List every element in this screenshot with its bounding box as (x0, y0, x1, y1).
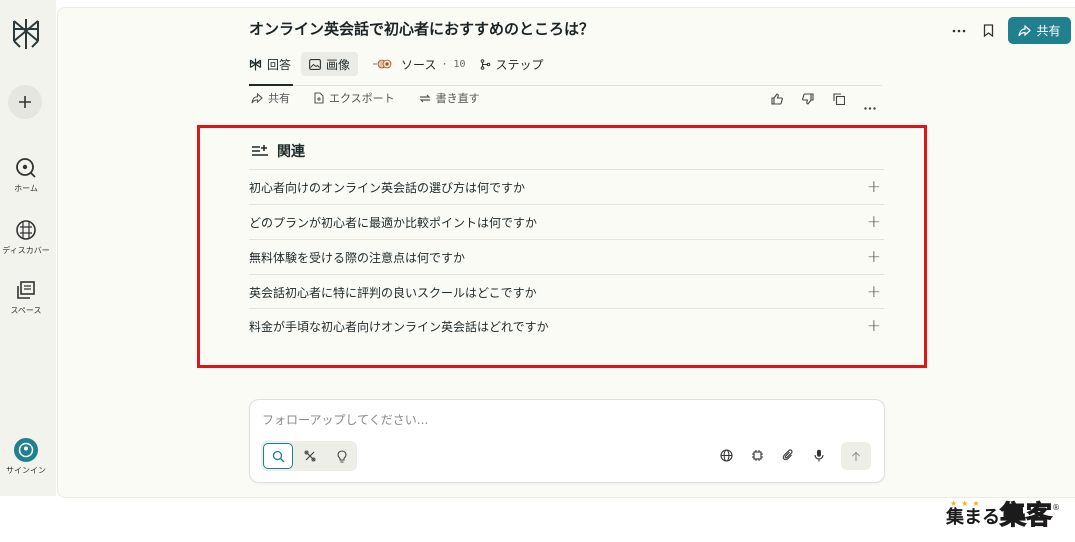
answer-actions: 共有 エクスポート 書き直す (251, 90, 504, 106)
tab-active-indicator (249, 84, 293, 86)
perplexity-logo-icon[interactable] (10, 17, 42, 51)
home-icon (16, 158, 36, 178)
tab-steps[interactable]: ステップ (480, 52, 544, 76)
thumbs-down-icon (802, 93, 814, 105)
nav-discover[interactable]: ディスカバー (0, 218, 52, 256)
mode-search-button[interactable] (263, 443, 293, 469)
star-icon: ★★★ (950, 499, 984, 508)
action-share-button[interactable]: 共有 (251, 90, 290, 106)
tab-divider (249, 85, 882, 86)
search-icon (272, 450, 284, 462)
share-button[interactable]: 共有 (1008, 17, 1071, 44)
related-item[interactable]: どのプランが初心者に最適か比較ポイントは何ですか + (249, 204, 884, 239)
signin-label: サインイン (6, 466, 46, 475)
related-item[interactable]: 無料体験を受ける際の注意点は何ですか + (249, 239, 884, 274)
share-arrow-icon (251, 92, 263, 103)
followup-composer: フォローアップしてください... (249, 399, 885, 483)
mode-research-button[interactable] (295, 443, 325, 469)
related-item[interactable]: 初心者向けのオンライン英会話の選び方は何ですか + (249, 169, 884, 204)
globe-icon (719, 448, 733, 462)
nav-home[interactable]: ホーム (0, 156, 52, 194)
plus-icon: + (866, 282, 881, 302)
arrow-up-icon (852, 451, 860, 461)
chip-icon (751, 449, 763, 461)
search-mode-toggle (261, 441, 357, 471)
nav-discover-label: ディスカバー (2, 246, 50, 255)
plus-icon: + (866, 177, 881, 197)
thumbs-up-button[interactable] (771, 90, 783, 109)
signin-button[interactable]: サインイン (0, 438, 52, 476)
nav-home-label: ホーム (14, 184, 38, 193)
plus-icon: + (866, 212, 881, 232)
result-tabs: 回答 画像 ソース · 10 ステップ (249, 52, 558, 76)
steps-icon (480, 58, 490, 70)
answer-more-button[interactable] (864, 95, 876, 114)
discover-icon (16, 220, 36, 240)
tab-images[interactable]: 画像 (301, 52, 359, 76)
copy-icon (833, 93, 846, 106)
thumbs-down-button[interactable] (802, 90, 814, 109)
tab-answer-label: 回答 (267, 57, 292, 72)
lightbulb-icon (337, 449, 347, 463)
attach-button[interactable] (779, 446, 797, 464)
tab-sources-count: · 10 (441, 58, 466, 70)
rewrite-refresh-icon (419, 94, 431, 102)
tab-answer[interactable]: 回答 (249, 52, 291, 76)
model-chip-button[interactable] (748, 446, 766, 464)
new-thread-button[interactable] (8, 85, 42, 119)
copy-button[interactable] (833, 90, 846, 109)
action-share-label: 共有 (268, 92, 290, 105)
related-heading-label: 関連 (277, 144, 305, 160)
related-list-icon (252, 145, 268, 156)
mode-labs-button[interactable] (327, 443, 357, 469)
registered-mark: ® (1052, 503, 1061, 512)
related-item-text: 英会話初心者に特に評判の良いスクールはどこですか (249, 285, 537, 300)
action-rewrite-button[interactable]: 書き直す (419, 90, 480, 106)
more-horizontal-icon (864, 107, 876, 110)
related-item[interactable]: 料金が手頃な初心者向けオンライン英会話はどれですか + (249, 308, 884, 343)
related-item-text: 無料体験を受ける際の注意点は何ですか (249, 250, 466, 265)
voice-input-button[interactable] (810, 446, 828, 464)
nav-spaces-label: スペース (10, 306, 42, 315)
watermark-logo: ★★★ 集まる 集客 ® (946, 499, 1061, 531)
share-label: 共有 (1036, 24, 1061, 38)
page-title: オンライン英会話で初心者におすすめのところは？ (249, 20, 595, 38)
paperclip-icon (782, 448, 793, 460)
sidebar: ホーム ディスカバー スペース サインイン (0, 0, 56, 496)
action-export-label: エクスポート (329, 92, 395, 105)
spaces-icon (17, 281, 35, 299)
related-item-text: 料金が手頃な初心者向けオンライン英会話はどれですか (249, 319, 549, 334)
nav-spaces[interactable]: スペース (0, 278, 52, 316)
perplexity-small-icon (249, 58, 262, 70)
globe-button[interactable] (717, 446, 735, 464)
source-favicons-icon (373, 59, 392, 69)
thumbs-up-icon (771, 93, 783, 105)
tab-sources-label: ソース (401, 57, 437, 72)
send-button[interactable] (841, 442, 871, 470)
action-export-button[interactable]: エクスポート (314, 90, 395, 106)
tab-images-label: 画像 (326, 57, 351, 72)
microphone-icon (814, 449, 824, 461)
related-heading: 関連 (251, 141, 305, 161)
tab-steps-label: ステップ (495, 57, 544, 72)
followup-input[interactable]: フォローアップしてください... (262, 411, 428, 428)
plus-icon (19, 96, 31, 108)
share-arrow-icon (1018, 24, 1032, 36)
plus-icon: + (866, 316, 881, 336)
related-item[interactable]: 英会話初心者に特に評判の良いスクールはどこですか + (249, 274, 884, 309)
more-horizontal-icon (952, 29, 966, 32)
export-document-icon (314, 92, 324, 104)
bookmark-button[interactable] (979, 17, 997, 44)
tab-sources[interactable]: ソース · 10 (372, 52, 466, 76)
bookmark-icon (983, 24, 993, 37)
related-item-text: どのプランが初心者に最適か比較ポイントは何ですか (249, 215, 538, 230)
watermark-text-b: 集客 (999, 501, 1053, 531)
related-item-text: 初心者向けのオンライン英会話の選び方は何ですか (249, 180, 526, 195)
plus-icon: + (866, 247, 881, 267)
research-icon (304, 450, 316, 462)
user-icon (14, 438, 38, 462)
action-rewrite-label: 書き直す (435, 92, 480, 105)
more-options-button[interactable] (950, 17, 968, 44)
image-icon (309, 58, 321, 70)
